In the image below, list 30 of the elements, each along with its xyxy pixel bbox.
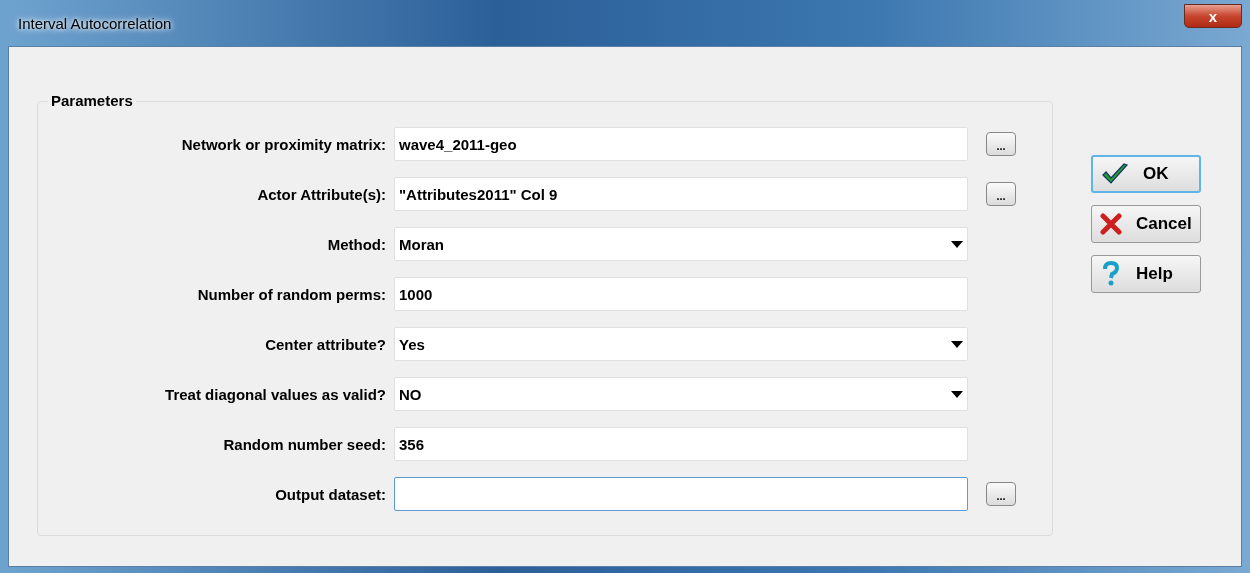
- cancel-button[interactable]: Cancel: [1091, 205, 1201, 243]
- field-label: Treat diagonal values as valid?: [164, 385, 386, 403]
- input-field[interactable]: "Attributes2011" Col 9: [394, 177, 968, 211]
- dropdown[interactable]: NO: [394, 377, 968, 411]
- field-label: Actor Attribute(s):: [256, 185, 386, 203]
- input-field[interactable]: 1000: [394, 277, 968, 311]
- dropdown[interactable]: Moran: [394, 227, 968, 261]
- dropdown-arrow-icon: [951, 240, 963, 248]
- field-label: Center attribute?: [264, 335, 386, 353]
- field-label: Number of random perms:: [196, 285, 386, 303]
- field-label: Output dataset:: [274, 485, 386, 503]
- field-label: Random number seed:: [222, 435, 386, 453]
- input-field[interactable]: [394, 477, 968, 511]
- window-title: Interval Autocorrelation: [18, 14, 172, 32]
- field-label: Method:: [326, 235, 386, 253]
- close-button[interactable]: x: [1184, 4, 1242, 28]
- help-button[interactable]: Help: [1091, 255, 1201, 293]
- dropdown[interactable]: Yes: [394, 327, 968, 361]
- question-mark-icon: [1100, 261, 1122, 287]
- input-field[interactable]: 356: [394, 427, 968, 461]
- x-icon: [1100, 213, 1122, 235]
- dropdown-arrow-icon: [951, 390, 963, 398]
- browse-button[interactable]: ...: [986, 182, 1016, 206]
- checkmark-icon: [1101, 162, 1129, 186]
- field-label: Network or proximity matrix:: [180, 135, 386, 153]
- ok-button[interactable]: OK: [1091, 155, 1201, 193]
- browse-button[interactable]: ...: [986, 132, 1016, 156]
- input-field[interactable]: wave4_2011-geo: [394, 127, 968, 161]
- browse-button[interactable]: ...: [986, 482, 1016, 506]
- dropdown-arrow-icon: [951, 340, 963, 348]
